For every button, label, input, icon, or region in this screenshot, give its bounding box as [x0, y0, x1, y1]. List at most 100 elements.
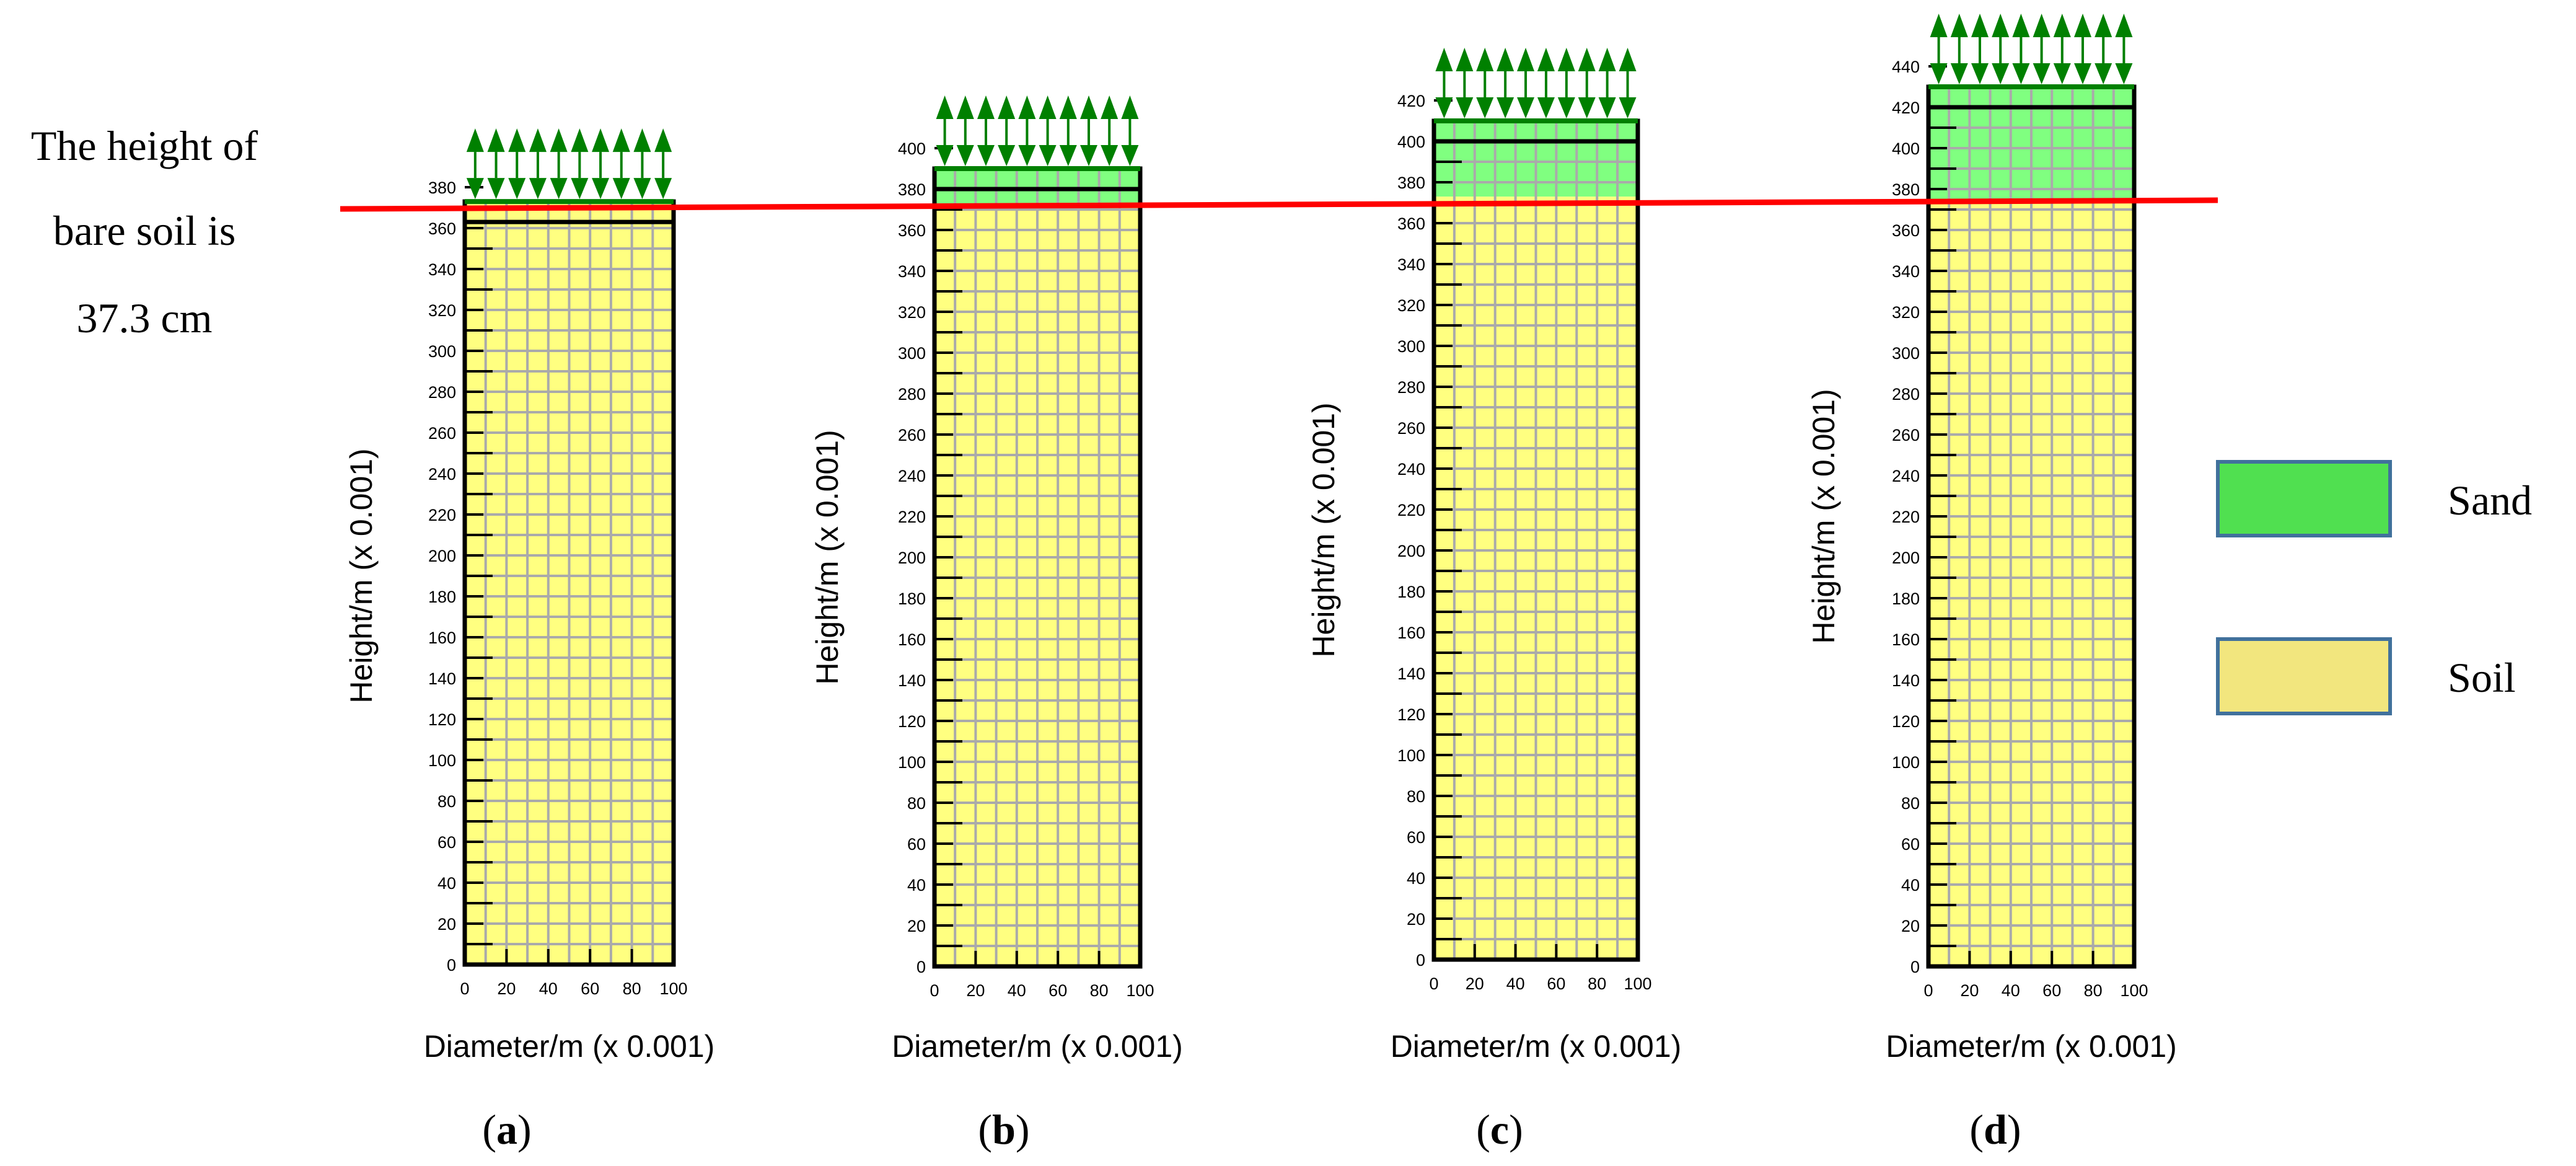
y-tick-label: 120: [1397, 705, 1425, 724]
y-tick-label: 40: [437, 874, 456, 893]
x-tick-label: 80: [1588, 974, 1606, 993]
y-tick-label: 200: [1892, 549, 1920, 567]
load-arrow-icon: [1456, 48, 1474, 118]
x-tick-label: 40: [2002, 981, 2020, 1000]
x-tick-label: 80: [2084, 981, 2103, 1000]
x-tick-label: 60: [581, 979, 599, 998]
y-tick-label: 60: [907, 835, 926, 854]
y-tick-label: 20: [1901, 917, 1920, 935]
y-tick-label: 260: [428, 424, 456, 443]
y-tick-label: 400: [1892, 139, 1920, 158]
y-tick-label: 360: [1397, 214, 1425, 233]
y-tick-label: 220: [428, 506, 456, 524]
y-tick-label: 20: [1407, 910, 1425, 929]
y-tick-label: 300: [1892, 344, 1920, 363]
panel-caption: (b): [978, 1106, 1029, 1153]
y-tick-label: 160: [1892, 630, 1920, 649]
y-tick-label: 380: [1892, 180, 1920, 199]
y-tick-label: 360: [428, 219, 456, 238]
y-axis-label: Height/m (x 0.001): [1306, 402, 1341, 657]
load-arrow-icon: [1537, 48, 1555, 118]
y-tick-label: 340: [1892, 262, 1920, 281]
y-tick-label: 100: [428, 751, 456, 770]
load-arrow-icon: [1476, 48, 1494, 118]
legend-label-sand: Sand: [2448, 477, 2532, 524]
y-tick-label: 160: [428, 629, 456, 647]
x-tick-label: 20: [1466, 974, 1484, 993]
y-tick-label: 420: [1397, 92, 1425, 110]
x-tick-label: 40: [539, 979, 558, 998]
y-tick-label: 200: [428, 547, 456, 565]
x-axis-label: Diameter/m (x 0.001): [892, 1029, 1183, 1064]
y-tick-label: 180: [428, 588, 456, 606]
y-axis-label: Height/m (x 0.001): [344, 448, 379, 703]
annotation-line-2: bare soil is: [53, 207, 236, 254]
load-arrow-icon: [592, 128, 610, 200]
y-tick-label: 140: [1892, 671, 1920, 690]
load-arrow-icon: [1517, 48, 1535, 118]
panel-caption: (d): [1969, 1106, 2021, 1153]
load-arrow-icon: [998, 95, 1016, 166]
y-tick-label: 60: [437, 833, 456, 852]
y-tick-label: 400: [898, 139, 926, 158]
y-tick-label: 280: [898, 385, 926, 404]
load-arrow-icon: [2115, 14, 2133, 84]
panel-b: 0204060801001201401601802002202402602803…: [810, 95, 1183, 1153]
y-tick-label: 140: [1397, 665, 1425, 683]
load-arrow-icon: [1950, 14, 1968, 84]
panel-c: 0204060801001201401601802002202402602803…: [1306, 48, 1681, 1153]
load-arrow-icon: [633, 128, 651, 200]
load-arrow-icon: [1930, 14, 1948, 84]
y-tick-label: 320: [898, 303, 926, 322]
x-tick-label: 60: [1048, 981, 1067, 1000]
legend: Sand Soil: [2216, 460, 2532, 715]
y-tick-label: 0: [1910, 958, 1920, 976]
y-tick-label: 20: [907, 917, 926, 935]
x-tick-label: 20: [1960, 981, 1979, 1000]
y-tick-label: 260: [1892, 426, 1920, 444]
y-tick-label: 60: [1407, 828, 1425, 847]
x-tick-label: 60: [2042, 981, 2061, 1000]
y-tick-label: 360: [898, 221, 926, 240]
y-tick-label: 140: [898, 671, 926, 690]
y-tick-label: 80: [1407, 787, 1425, 806]
y-tick-label: 180: [1397, 583, 1425, 601]
x-tick-label: 60: [1547, 974, 1565, 993]
y-tick-label: 340: [1397, 255, 1425, 274]
y-tick-label: 40: [1407, 869, 1425, 888]
y-tick-label: 40: [1901, 876, 1920, 894]
x-tick-label: 40: [1008, 981, 1026, 1000]
load-arrow-icon: [1971, 14, 1989, 84]
load-arrow-icon: [977, 95, 995, 166]
y-tick-label: 200: [1397, 542, 1425, 560]
load-arrow-icon: [1121, 95, 1139, 166]
load-arrow-icon: [1059, 95, 1077, 166]
y-tick-label: 40: [907, 876, 926, 894]
x-tick-label: 80: [1090, 981, 1109, 1000]
y-tick-label: 80: [437, 792, 456, 811]
y-tick-label: 360: [1892, 221, 1920, 240]
load-arrow-icon: [508, 128, 526, 200]
y-tick-label: 320: [428, 301, 456, 320]
load-arrow-icon: [1598, 48, 1616, 118]
y-tick-label: 400: [1397, 133, 1425, 151]
y-tick-label: 120: [898, 712, 926, 731]
y-tick-label: 120: [428, 710, 456, 729]
load-arrow-icon: [550, 128, 568, 200]
y-tick-label: 100: [898, 753, 926, 772]
load-arrow-icon: [1619, 48, 1637, 118]
x-tick-label: 0: [1429, 974, 1438, 993]
y-tick-label: 420: [1892, 99, 1920, 117]
y-tick-label: 0: [917, 958, 926, 976]
y-tick-label: 260: [898, 426, 926, 444]
y-tick-label: 380: [1397, 174, 1425, 192]
load-arrow-icon: [2012, 14, 2030, 84]
load-arrow-icon: [1018, 95, 1036, 166]
panel-a: 0204060801001201401601802002202402602803…: [344, 128, 714, 1153]
load-arrow-icon: [1497, 48, 1514, 118]
y-tick-label: 280: [1397, 378, 1425, 397]
y-tick-label: 80: [907, 794, 926, 813]
y-tick-label: 240: [898, 467, 926, 485]
y-tick-label: 240: [428, 465, 456, 484]
y-tick-label: 160: [898, 630, 926, 649]
